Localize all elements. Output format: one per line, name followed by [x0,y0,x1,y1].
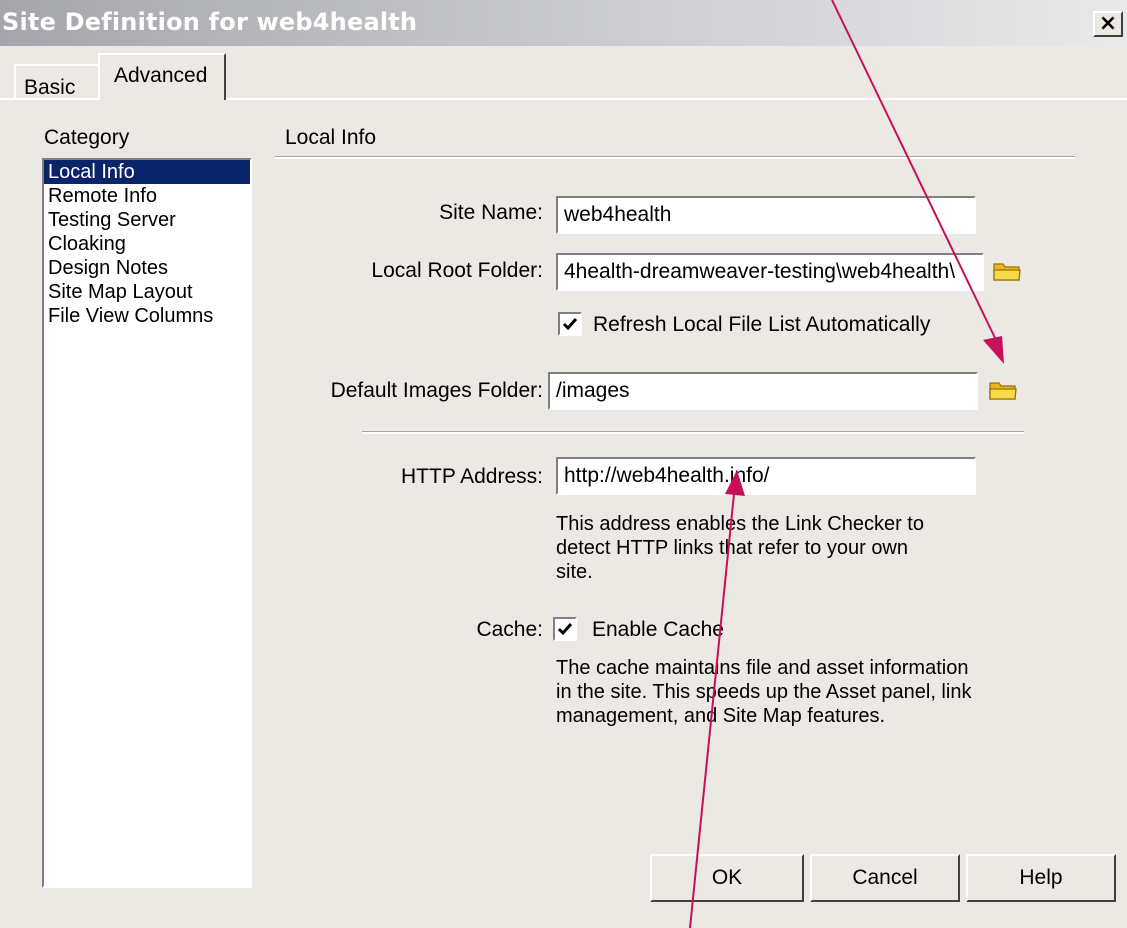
section-separator [362,431,1024,434]
http-address-description: This address enables the Link Checker to… [556,513,924,583]
category-item-local-info[interactable]: Local Info [44,160,250,184]
tab-advanced[interactable]: Advanced [98,53,226,100]
category-item-file-view-columns[interactable]: File View Columns [44,304,250,328]
cancel-button[interactable]: Cancel [810,854,960,902]
tab-basic[interactable]: Basic [14,64,100,99]
tab-advanced-label: Advanced [114,64,208,87]
close-icon: × [1098,11,1118,36]
window-title: Site Definition for web4health [2,8,418,36]
close-button[interactable]: × [1093,11,1123,37]
help-button[interactable]: Help [966,854,1116,902]
http-address-input[interactable]: http://web4health.info/ [556,457,976,495]
folder-icon[interactable] [992,259,1022,283]
enable-cache-checkbox[interactable] [553,617,577,641]
folder-icon[interactable] [988,378,1018,402]
default-images-folder-label: Default Images Folder: [330,379,543,402]
category-item-cloaking[interactable]: Cloaking [44,232,250,256]
site-definition-dialog: Site Definition for web4health × Basic A… [0,0,1127,928]
local-root-folder-label: Local Root Folder: [371,259,543,282]
ok-button[interactable]: OK [650,854,804,902]
category-item-remote-info[interactable]: Remote Info [44,184,250,208]
cache-description: The cache maintains file and asset infor… [556,657,972,727]
panel-heading: Local Info [285,126,377,149]
title-bar: Site Definition for web4health × [0,0,1127,46]
heading-separator [275,156,1075,159]
enable-cache-label: Enable Cache [592,618,724,641]
category-item-site-map-layout[interactable]: Site Map Layout [44,280,250,304]
checkmark-icon [557,623,573,636]
category-item-design-notes[interactable]: Design Notes [44,256,250,280]
refresh-checkbox[interactable] [558,312,582,336]
site-name-input[interactable]: web4health [556,196,976,234]
site-name-label: Site Name: [439,201,543,224]
category-item-testing-server[interactable]: Testing Server [44,208,250,232]
tab-basic-label: Basic [24,76,76,99]
local-root-folder-input[interactable]: 4health-dreamweaver-testing\web4health\ [556,253,984,291]
http-address-label: HTTP Address: [401,465,543,488]
cache-label: Cache: [476,618,543,641]
refresh-label: Refresh Local File List Automatically [593,313,931,336]
default-images-folder-input[interactable]: /images [548,372,978,410]
category-list[interactable]: Local Info Remote Info Testing Server Cl… [42,158,252,888]
category-heading: Category [44,126,130,149]
checkmark-icon [562,318,578,331]
